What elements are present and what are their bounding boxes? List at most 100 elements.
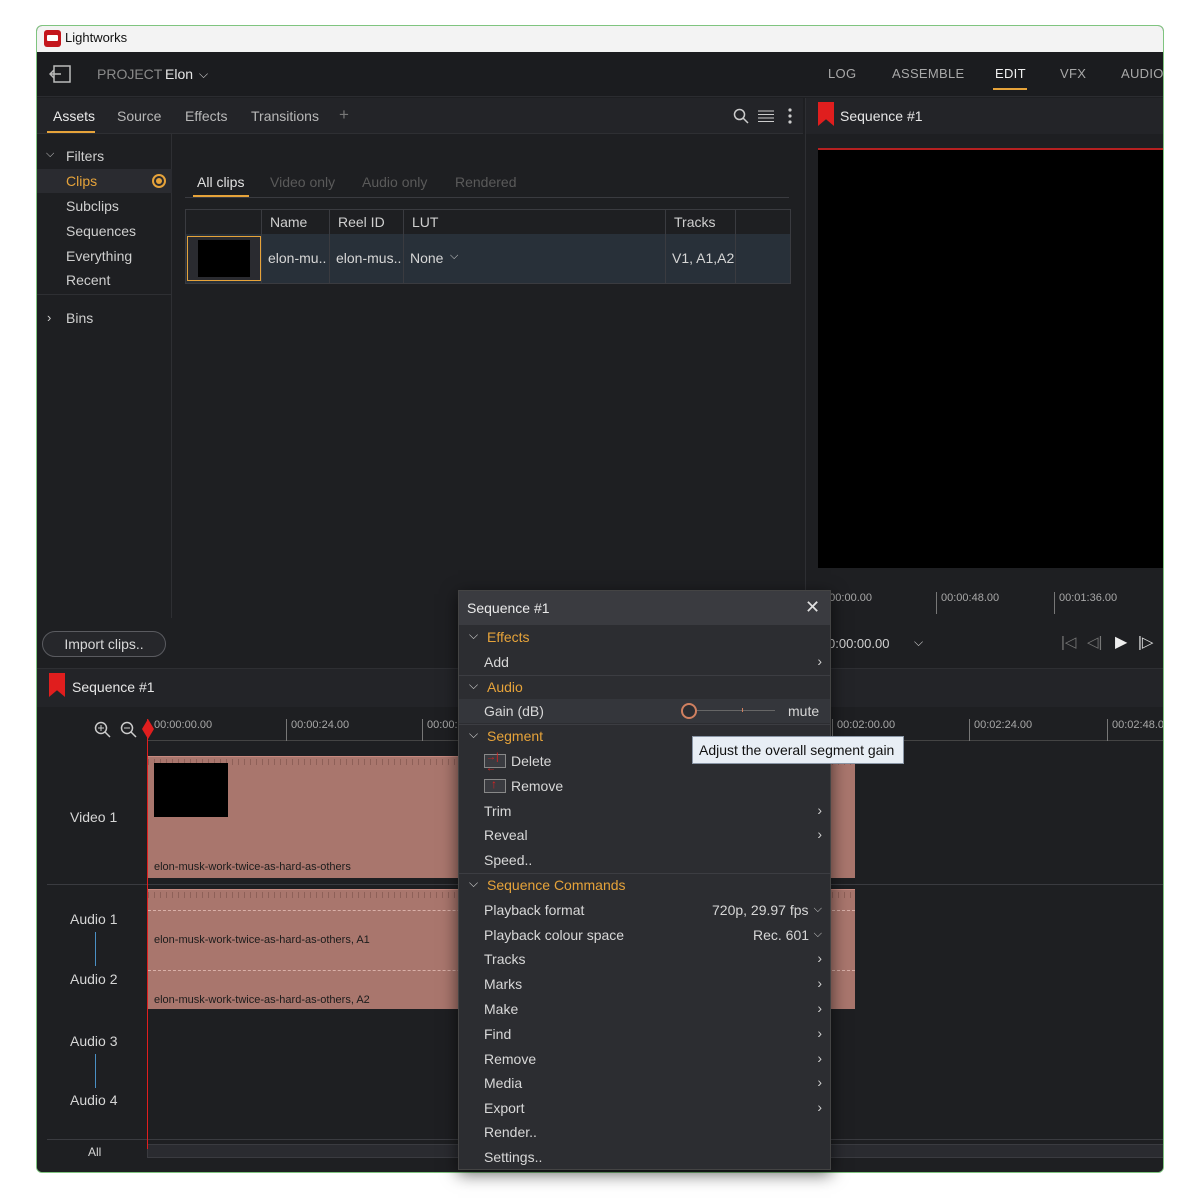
subtab-video-only[interactable]: Video only bbox=[270, 174, 335, 190]
filter-label: Everything bbox=[66, 248, 133, 264]
viewer-ruler[interactable]: 0:00:00.00 00:00:48.00 00:01:36.00 bbox=[806, 592, 1163, 614]
filter-clips[interactable]: Clips bbox=[37, 169, 172, 193]
search-icon[interactable] bbox=[733, 108, 749, 124]
bins-header[interactable]: › Bins bbox=[37, 306, 172, 330]
menu-item-playback-format[interactable]: Playback format 720p, 29.97 fps ⌵ bbox=[459, 898, 830, 922]
subtab-rendered[interactable]: Rendered bbox=[455, 174, 517, 190]
filter-label: Subclips bbox=[66, 198, 119, 214]
tab-effects[interactable]: Effects bbox=[185, 108, 228, 124]
sequence-flag-icon bbox=[818, 102, 834, 126]
tab-transitions[interactable]: Transitions bbox=[251, 108, 319, 124]
sequence-flag-icon bbox=[49, 673, 65, 697]
menu-item-speed[interactable]: Speed.. bbox=[459, 848, 830, 872]
menu-item-render[interactable]: Render.. bbox=[459, 1120, 830, 1144]
cell-name: elon-mu.. bbox=[262, 234, 330, 283]
filter-subclips[interactable]: Subclips bbox=[37, 194, 172, 218]
clip-thumbnail bbox=[154, 763, 228, 817]
filters-label: Filters bbox=[66, 148, 105, 164]
menu-item-add[interactable]: Add › bbox=[459, 650, 830, 674]
ruler-tick-label: 00:02:00.00 bbox=[837, 719, 896, 731]
gain-slider-zero-mark bbox=[742, 708, 743, 712]
more-options-icon[interactable] bbox=[787, 107, 793, 125]
column-reel-id[interactable]: Reel ID bbox=[330, 210, 404, 234]
column-lut[interactable]: LUT bbox=[404, 210, 666, 234]
track-label-all[interactable]: All bbox=[88, 1145, 101, 1159]
tab-assets[interactable]: Assets bbox=[53, 108, 95, 124]
section-sequence-commands[interactable]: ⌵ Sequence Commands bbox=[459, 873, 830, 897]
nav-vfx[interactable]: VFX bbox=[1060, 66, 1086, 81]
list-view-icon[interactable] bbox=[758, 109, 774, 123]
filter-sequences[interactable]: Sequences bbox=[37, 219, 172, 243]
clip-thumbnail[interactable] bbox=[186, 234, 262, 283]
step-forward-icon[interactable]: |▷ bbox=[1138, 633, 1153, 651]
add-tab-button[interactable]: + bbox=[339, 105, 349, 125]
cell-tracks: V1, A1,A2 bbox=[666, 234, 736, 283]
track-label-audio-1[interactable]: Audio 1 bbox=[70, 911, 117, 927]
nav-audio[interactable]: AUDIO bbox=[1121, 66, 1163, 81]
viewer-screen[interactable] bbox=[818, 148, 1163, 568]
column-name[interactable]: Name bbox=[262, 210, 330, 234]
viewer-timecode[interactable]: 0:00:00.00 bbox=[828, 636, 889, 651]
gain-slider-track[interactable] bbox=[689, 710, 775, 711]
menu-item-settings[interactable]: Settings.. bbox=[459, 1145, 830, 1169]
playhead[interactable] bbox=[147, 719, 148, 1149]
tab-source[interactable]: Source bbox=[117, 108, 161, 124]
chevron-right-icon: › bbox=[47, 310, 52, 325]
track-link-line bbox=[95, 932, 96, 966]
play-icon[interactable]: ▶ bbox=[1115, 632, 1127, 652]
import-clips-button[interactable]: Import clips.. bbox=[42, 631, 166, 657]
close-icon[interactable]: ✕ bbox=[805, 597, 820, 618]
track-link-line bbox=[95, 1054, 96, 1088]
sequence-viewer: Sequence #1 0:00:00.00 00:00:48.00 00:01… bbox=[805, 98, 1163, 668]
gain-slider-handle[interactable] bbox=[681, 703, 697, 719]
menu-item-marks[interactable]: Marks › bbox=[459, 972, 830, 996]
menu-item-export[interactable]: Export › bbox=[459, 1096, 830, 1120]
table-row[interactable]: elon-mu.. elon-mus.. None ⌵ V1, A1,A2 bbox=[186, 234, 790, 283]
filter-label: Clips bbox=[66, 173, 98, 189]
track-label-audio-2[interactable]: Audio 2 bbox=[70, 971, 117, 987]
menu-item-reveal[interactable]: Reveal › bbox=[459, 823, 830, 847]
menu-item-gain[interactable]: Gain (dB) mute bbox=[459, 699, 830, 723]
nav-edit[interactable]: EDIT bbox=[995, 66, 1026, 81]
track-label-audio-3[interactable]: Audio 3 bbox=[70, 1033, 117, 1049]
chevron-down-icon[interactable]: ⌵ bbox=[199, 67, 208, 82]
timeline-title: Sequence #1 bbox=[72, 679, 155, 695]
project-name[interactable]: Elon bbox=[165, 66, 193, 82]
chevron-right-icon: › bbox=[817, 1000, 822, 1016]
chevron-down-icon[interactable]: ⌵ bbox=[914, 635, 923, 650]
nav-log[interactable]: LOG bbox=[828, 66, 856, 81]
track-label-audio-4[interactable]: Audio 4 bbox=[70, 1092, 117, 1108]
chevron-right-icon: › bbox=[817, 826, 822, 842]
top-bar: PROJECT Elon ⌵ LOG ASSEMBLE EDIT VFX AUD… bbox=[37, 52, 1163, 97]
menu-item-remove-cmd[interactable]: Remove › bbox=[459, 1047, 830, 1071]
filter-label: Sequences bbox=[66, 223, 137, 239]
zoom-in-icon[interactable] bbox=[94, 721, 112, 739]
subtab-all-clips[interactable]: All clips bbox=[197, 174, 244, 190]
track-label-video-1[interactable]: Video 1 bbox=[70, 809, 117, 825]
section-effects[interactable]: ⌵ Effects bbox=[459, 625, 830, 649]
cell-lut[interactable]: None ⌵ bbox=[404, 234, 666, 283]
viewer-header: Sequence #1 bbox=[806, 98, 1163, 134]
chevron-down-icon: ⌵ bbox=[469, 876, 479, 890]
menu-item-make[interactable]: Make › bbox=[459, 997, 830, 1021]
step-back-icon[interactable]: ◁| bbox=[1087, 633, 1102, 651]
divider bbox=[37, 294, 172, 295]
menu-item-media[interactable]: Media › bbox=[459, 1071, 830, 1095]
filters-header[interactable]: ⌵ Filters bbox=[37, 144, 172, 168]
menu-item-playback-colour[interactable]: Playback colour space Rec. 601 ⌵ bbox=[459, 923, 830, 947]
filter-everything[interactable]: Everything bbox=[37, 244, 172, 268]
previous-cut-icon[interactable]: |◁ bbox=[1061, 633, 1076, 651]
chevron-down-icon: ⌵ bbox=[469, 678, 479, 692]
nav-assemble[interactable]: ASSEMBLE bbox=[892, 66, 964, 81]
menu-item-trim[interactable]: Trim › bbox=[459, 799, 830, 823]
section-audio[interactable]: ⌵ Audio bbox=[459, 675, 830, 699]
menu-item-find[interactable]: Find › bbox=[459, 1022, 830, 1046]
column-tracks[interactable]: Tracks bbox=[666, 210, 736, 234]
menu-item-remove[interactable]: Remove bbox=[459, 774, 830, 798]
subtab-audio-only[interactable]: Audio only bbox=[362, 174, 427, 190]
mute-button[interactable]: mute bbox=[788, 703, 819, 719]
menu-item-tracks[interactable]: Tracks › bbox=[459, 947, 830, 971]
filter-recent[interactable]: Recent bbox=[37, 268, 172, 292]
zoom-out-icon[interactable] bbox=[120, 721, 138, 739]
exit-icon[interactable] bbox=[49, 65, 71, 83]
